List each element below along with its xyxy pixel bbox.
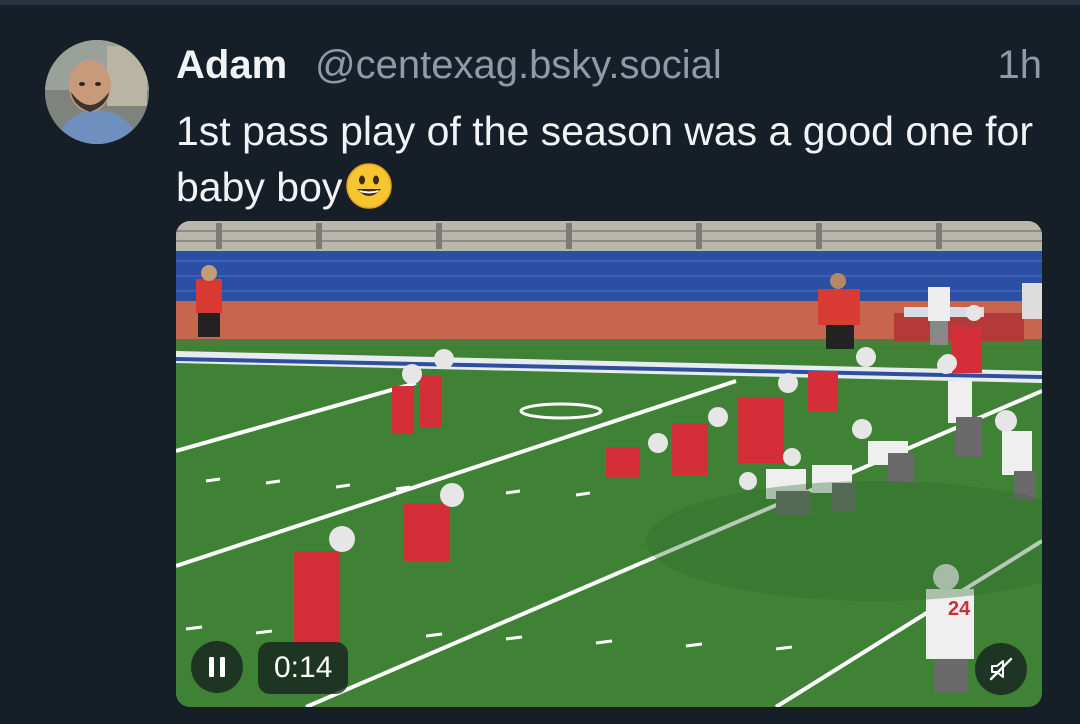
post-text-content: 1st pass play of the season was a good o… [176,108,1033,210]
author-name[interactable]: Adam [176,41,287,89]
post-text: 1st pass play of the season was a good o… [176,103,1036,215]
video-player[interactable]: 24 0:14 [176,221,1042,707]
avatar[interactable] [45,40,149,144]
pause-icon [209,657,225,677]
post[interactable]: Adam @centexag.bsky.social 1h 1st pass p… [0,5,1080,724]
speaker-muted-icon [989,657,1013,681]
jersey-number: 24 [948,598,971,620]
mute-button[interactable] [975,643,1027,695]
avatar-photo [45,40,149,144]
pause-button[interactable] [191,641,243,693]
video-time: 0:14 [258,642,349,694]
grinning-face-icon [346,163,393,209]
author-handle[interactable]: @centexag.bsky.social [315,41,722,89]
post-timestamp[interactable]: 1h [998,41,1043,89]
video-frame: 24 [176,221,1042,707]
